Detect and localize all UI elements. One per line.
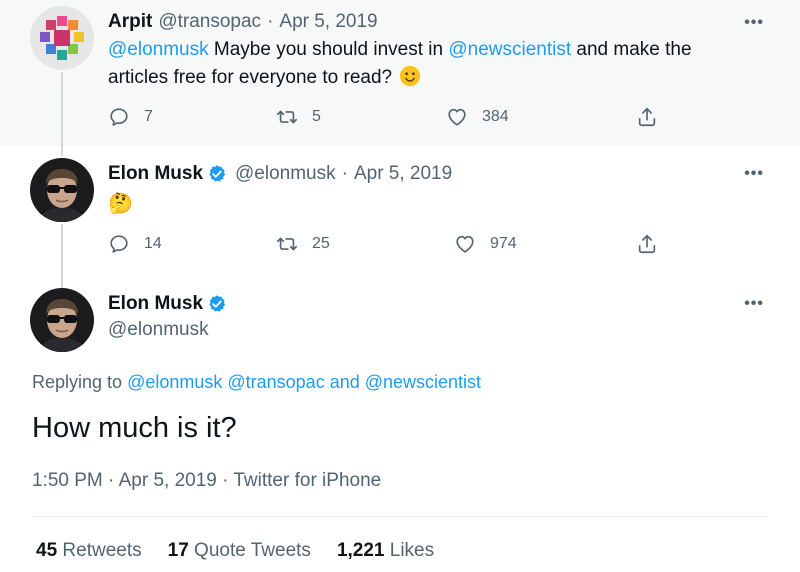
thread-connector bbox=[61, 72, 63, 156]
separator-dot: · bbox=[341, 163, 348, 184]
reply-button[interactable]: 14 bbox=[108, 233, 162, 255]
thread-connector bbox=[61, 224, 63, 290]
tweet-text-part: and make the bbox=[571, 39, 692, 60]
likes-label: Likes bbox=[384, 540, 435, 561]
reply-button[interactable]: 7 bbox=[108, 106, 153, 128]
tweet-header: Elon Musk @elonmusk · Apr 5, 2019 bbox=[108, 163, 452, 185]
avatar-newscientist-logo[interactable] bbox=[30, 6, 94, 70]
verified-badge-icon bbox=[207, 294, 227, 314]
tweet-actions: 14 25 974 bbox=[108, 233, 668, 259]
mention-link[interactable]: @newscientist bbox=[448, 39, 571, 60]
share-button[interactable] bbox=[636, 106, 672, 128]
author-name[interactable]: Arpit bbox=[108, 11, 152, 33]
replying-prefix: Replying to bbox=[32, 372, 128, 392]
reply-icon bbox=[108, 233, 130, 255]
more-options-icon[interactable]: ••• bbox=[744, 165, 764, 183]
main-tweet-text: How much is it? bbox=[32, 412, 237, 444]
tweet-actions: 7 5 384 bbox=[108, 106, 668, 132]
avatar-elon-musk[interactable] bbox=[30, 288, 94, 352]
retweet-button[interactable]: 25 bbox=[276, 233, 330, 255]
tweet-timestamp-source[interactable]: 1:50 PM · Apr 5, 2019 · Twitter for iPho… bbox=[32, 470, 381, 492]
author-handle[interactable]: @transopac bbox=[158, 11, 261, 33]
verified-badge-icon bbox=[207, 164, 227, 184]
like-count: 974 bbox=[490, 235, 517, 252]
more-options-icon[interactable]: ••• bbox=[744, 295, 764, 313]
more-options-icon[interactable]: ••• bbox=[744, 14, 764, 32]
like-button[interactable]: 384 bbox=[446, 106, 509, 128]
quote-tweets-stat[interactable]: 17 Quote Tweets bbox=[168, 540, 311, 562]
tweet-header: Arpit @transopac · Apr 5, 2019 bbox=[108, 11, 378, 33]
separator-dot: · bbox=[267, 11, 274, 32]
tweet-header: Elon Musk bbox=[108, 293, 227, 315]
likes-stat[interactable]: 1,221 Likes bbox=[337, 540, 434, 562]
tweet-text: @elonmusk Maybe you should invest in @ne… bbox=[108, 36, 692, 92]
tweet-date[interactable]: Apr 5, 2019 bbox=[279, 11, 377, 33]
replying-mentions-link[interactable]: @elonmusk @transopac and @newscientist bbox=[127, 372, 481, 392]
reply-count: 7 bbox=[144, 108, 153, 125]
slightly-smiling-face-icon bbox=[400, 65, 421, 87]
retweets-stat[interactable]: 45 Retweets bbox=[36, 540, 142, 562]
replying-to: Replying to @elonmusk @transopac and @ne… bbox=[32, 372, 481, 393]
heart-icon bbox=[446, 106, 468, 128]
parent-tweet[interactable]: Arpit @transopac · Apr 5, 2019 ••• @elon… bbox=[0, 0, 800, 146]
reply-count: 14 bbox=[144, 235, 162, 252]
tweet-date[interactable]: Apr 5, 2019 bbox=[354, 163, 452, 185]
likes-number: 1,221 bbox=[336, 540, 385, 561]
retweet-count: 5 bbox=[312, 108, 321, 125]
author-name[interactable]: Elon Musk bbox=[108, 293, 203, 315]
like-button[interactable]: 974 bbox=[454, 233, 517, 255]
like-count: 384 bbox=[482, 108, 509, 125]
heart-icon bbox=[454, 233, 476, 255]
author-name[interactable]: Elon Musk bbox=[108, 163, 203, 185]
tweet-text-part: Maybe you should invest in bbox=[208, 39, 449, 60]
tweet-emoji: 🤔 bbox=[108, 193, 133, 215]
divider bbox=[32, 516, 768, 517]
retweet-icon bbox=[276, 233, 298, 255]
retweet-count: 25 bbox=[312, 235, 330, 252]
retweets-number: 45 bbox=[36, 540, 58, 561]
share-button[interactable] bbox=[636, 233, 672, 255]
author-handle-row: @elonmusk bbox=[108, 319, 209, 341]
retweet-icon bbox=[276, 106, 298, 128]
share-icon bbox=[636, 233, 658, 255]
engagement-stats: 45 Retweets 17 Quote Tweets 1,221 Likes bbox=[36, 540, 460, 562]
retweets-label: Retweets bbox=[57, 540, 142, 561]
reply-icon bbox=[108, 106, 130, 128]
share-icon bbox=[636, 106, 658, 128]
mention-link[interactable]: @elonmusk bbox=[108, 39, 209, 60]
author-handle[interactable]: @elonmusk bbox=[235, 163, 336, 185]
quote-tweets-label: Quote Tweets bbox=[188, 540, 311, 561]
avatar-elon-musk[interactable] bbox=[30, 158, 94, 222]
quote-tweets-number: 17 bbox=[167, 540, 189, 561]
retweet-button[interactable]: 5 bbox=[276, 106, 321, 128]
author-handle[interactable]: @elonmusk bbox=[108, 319, 209, 341]
tweet-text-line: articles free for everyone to read? bbox=[108, 67, 393, 88]
